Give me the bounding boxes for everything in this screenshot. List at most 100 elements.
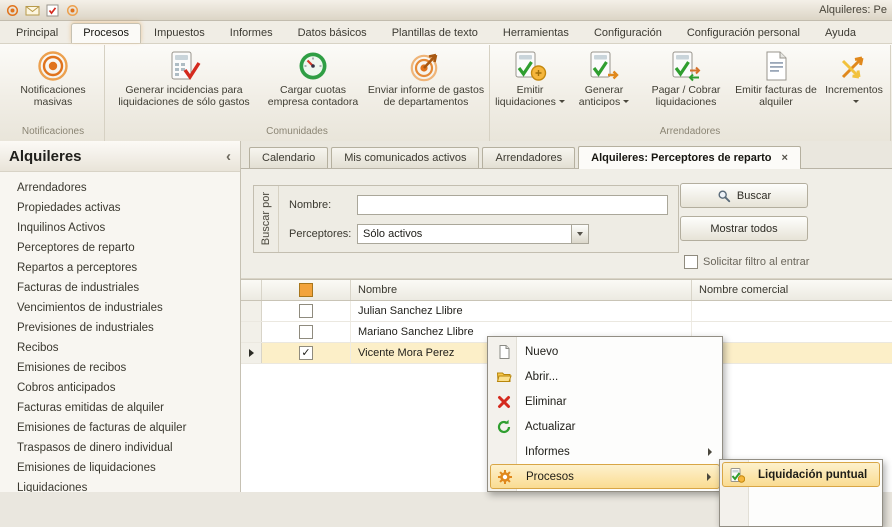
sidebar-item-facturas-de-industriales[interactable]: Facturas de industriales — [0, 278, 240, 298]
app-broadcast-icon[interactable] — [5, 3, 20, 18]
ribbon-tab-ayuda[interactable]: Ayuda — [813, 23, 868, 43]
ribbon-tab-procesos[interactable]: Procesos — [71, 23, 141, 43]
dropdown-button[interactable] — [571, 225, 588, 243]
button-label: Cargar cuotas empresa contadora — [263, 85, 363, 108]
row-checkbox[interactable] — [299, 304, 313, 318]
new-document-icon — [492, 344, 516, 360]
button-label: Notificaciones masivas — [6, 85, 100, 108]
invoice-icon — [759, 49, 793, 83]
context-menu: Nuevo Abrir... Eliminar Actualizar Infor… — [487, 336, 723, 492]
row-checkbox[interactable] — [299, 346, 313, 360]
group-label: Arrendadores — [492, 126, 888, 141]
ribbon-group-comunidades: Generar incidencias para liquidaciones d… — [105, 45, 490, 141]
button-label: Pagar / Cobrar liquidaciones — [642, 85, 730, 108]
sidebar-item-perceptores-de-reparto[interactable]: Perceptores de reparto — [0, 238, 240, 258]
mail-icon[interactable] — [25, 3, 40, 18]
generar-anticipos-button[interactable]: Generar anticipos — [568, 46, 640, 108]
row-checkbox[interactable] — [299, 325, 313, 339]
close-tab-icon[interactable] — [781, 152, 787, 164]
ribbon: Notificaciones masivas Notificaciones Ge… — [0, 44, 892, 142]
menu-item-actualizar[interactable]: Actualizar — [490, 414, 720, 439]
liquidations-icon — [513, 49, 547, 83]
tab-alquileres-perceptores-de-reparto[interactable]: Alquileres: Perceptores de reparto — [578, 146, 801, 169]
perceptores-select[interactable]: Sólo activos — [357, 224, 589, 244]
tab-mis-comunicados-activos[interactable]: Mis comunicados activos — [331, 147, 479, 168]
ribbon-tab-impuestos[interactable]: Impuestos — [142, 23, 217, 43]
ribbon-tab-herramientas[interactable]: Herramientas — [491, 23, 581, 43]
row-indicator — [241, 343, 262, 363]
sidebar-item-cobros-anticipados[interactable]: Cobros anticipados — [0, 378, 240, 398]
tab-arrendadores[interactable]: Arrendadores — [482, 147, 575, 168]
button-label: Generar anticipos — [570, 85, 638, 108]
emitir-liquidaciones-button[interactable]: Emitir liquidaciones — [492, 46, 568, 108]
buscar-button[interactable]: Buscar — [680, 183, 808, 208]
quick-access-toolbar — [5, 3, 80, 18]
sidebar-item-emisiones-de-facturas-de-alquiler[interactable]: Emisiones de facturas de alquiler — [0, 418, 240, 438]
open-folder-icon — [492, 369, 516, 385]
ribbon-tab-datos-basicos[interactable]: Datos básicos — [286, 23, 379, 43]
emitir-facturas-button[interactable]: Emitir facturas de alquiler — [732, 46, 820, 108]
cell-nombre: Julian Sanchez Llibre — [351, 301, 692, 321]
broadcast-icon[interactable] — [65, 3, 80, 18]
sidebar-item-facturas-emitidas-de-alquiler[interactable]: Facturas emitidas de alquiler — [0, 398, 240, 418]
enviar-informe-button[interactable]: Enviar informe de gastos de departamento… — [365, 46, 487, 108]
task-check-icon[interactable] — [45, 3, 60, 18]
ribbon-tab-principal[interactable]: Principal — [4, 23, 70, 43]
button-label: Emitir facturas de alquiler — [734, 85, 818, 108]
menu-item-nuevo[interactable]: Nuevo — [490, 339, 720, 364]
broadcast-icon — [36, 49, 70, 83]
sidebar-item-inquilinos-activos[interactable]: Inquilinos Activos — [0, 218, 240, 238]
sidebar-item-emisiones-de-liquidaciones[interactable]: Emisiones de liquidaciones — [0, 458, 240, 478]
sidebar-item-repartos-a-perceptores[interactable]: Repartos a perceptores — [0, 258, 240, 278]
menu-item-abrir[interactable]: Abrir... — [490, 364, 720, 389]
column-header-nombre[interactable]: Nombre — [351, 280, 692, 300]
mostrar-todos-label: Mostrar todos — [710, 223, 777, 235]
sidebar-header: Alquileres — [0, 141, 240, 172]
document-tab-bar: Calendario Mis comunicados activos Arren… — [241, 141, 892, 169]
ribbon-tab-configuracion-personal[interactable]: Configuración personal — [675, 23, 812, 43]
ribbon-tab-informes[interactable]: Informes — [218, 23, 285, 43]
row-indicator — [241, 322, 262, 342]
navigation-sidebar: Alquileres Arrendadores Propiedades acti… — [0, 141, 241, 492]
menu-item-procesos[interactable]: Procesos — [490, 464, 720, 489]
sidebar-item-previsiones-de-industriales[interactable]: Previsiones de industriales — [0, 318, 240, 338]
menu-item-informes[interactable]: Informes — [490, 439, 720, 464]
sidebar-item-emisiones-de-recibos[interactable]: Emisiones de recibos — [0, 358, 240, 378]
pay-collect-icon — [669, 49, 703, 83]
perceptores-selected-value: Sólo activos — [358, 228, 571, 240]
select-all-header[interactable] — [262, 280, 351, 300]
ribbon-tab-bar: Principal Procesos Impuestos Informes Da… — [0, 21, 892, 44]
button-label: Generar incidencias para liquidaciones d… — [109, 85, 259, 108]
generar-incidencias-button[interactable]: Generar incidencias para liquidaciones d… — [107, 46, 261, 108]
tab-calendario[interactable]: Calendario — [249, 147, 328, 168]
dropdown-arrow-icon — [623, 100, 629, 103]
incrementos-button[interactable]: Incrementos — [820, 46, 888, 108]
button-label: Enviar informe de gastos de departamento… — [367, 85, 485, 108]
table-row[interactable]: Julian Sanchez Llibre — [241, 301, 892, 322]
sidebar-item-liquidaciones[interactable]: Liquidaciones — [0, 478, 240, 492]
nombre-label: Nombre: — [289, 199, 357, 211]
solicitar-filtro-checkbox[interactable] — [684, 255, 698, 269]
pagar-cobrar-button[interactable]: Pagar / Cobrar liquidaciones — [640, 46, 732, 108]
nombre-input[interactable] — [357, 195, 668, 215]
incident-check-icon — [167, 49, 201, 83]
button-label: Emitir liquidaciones — [494, 85, 566, 108]
sidebar-item-propiedades-activas[interactable]: Propiedades activas — [0, 198, 240, 218]
mostrar-todos-button[interactable]: Mostrar todos — [680, 216, 808, 241]
group-label: Comunidades — [107, 126, 487, 141]
cargar-cuotas-button[interactable]: Cargar cuotas empresa contadora — [261, 46, 365, 108]
ribbon-group-arrendadores: Emitir liquidaciones Generar anticipos P… — [490, 45, 891, 141]
sidebar-item-arrendadores[interactable]: Arrendadores — [0, 178, 240, 198]
sidebar-item-traspasos-de-dinero-individual[interactable]: Traspasos de dinero individual — [0, 438, 240, 458]
column-header-nombre-comercial[interactable]: Nombre comercial — [692, 280, 892, 300]
ribbon-tab-plantillas[interactable]: Plantillas de texto — [380, 23, 490, 43]
select-all-checkbox[interactable] — [299, 283, 313, 297]
menu-item-liquidacion-puntual[interactable]: Liquidación puntual — [722, 462, 880, 487]
increments-icon — [837, 49, 871, 83]
ribbon-tab-configuracion[interactable]: Configuración — [582, 23, 674, 43]
menu-item-eliminar[interactable]: Eliminar — [490, 389, 720, 414]
sidebar-item-vencimientos-de-industriales[interactable]: Vencimientos de industriales — [0, 298, 240, 318]
collapse-sidebar-icon[interactable] — [226, 149, 231, 164]
sidebar-item-recibos[interactable]: Recibos — [0, 338, 240, 358]
notificaciones-masivas-button[interactable]: Notificaciones masivas — [4, 46, 102, 108]
